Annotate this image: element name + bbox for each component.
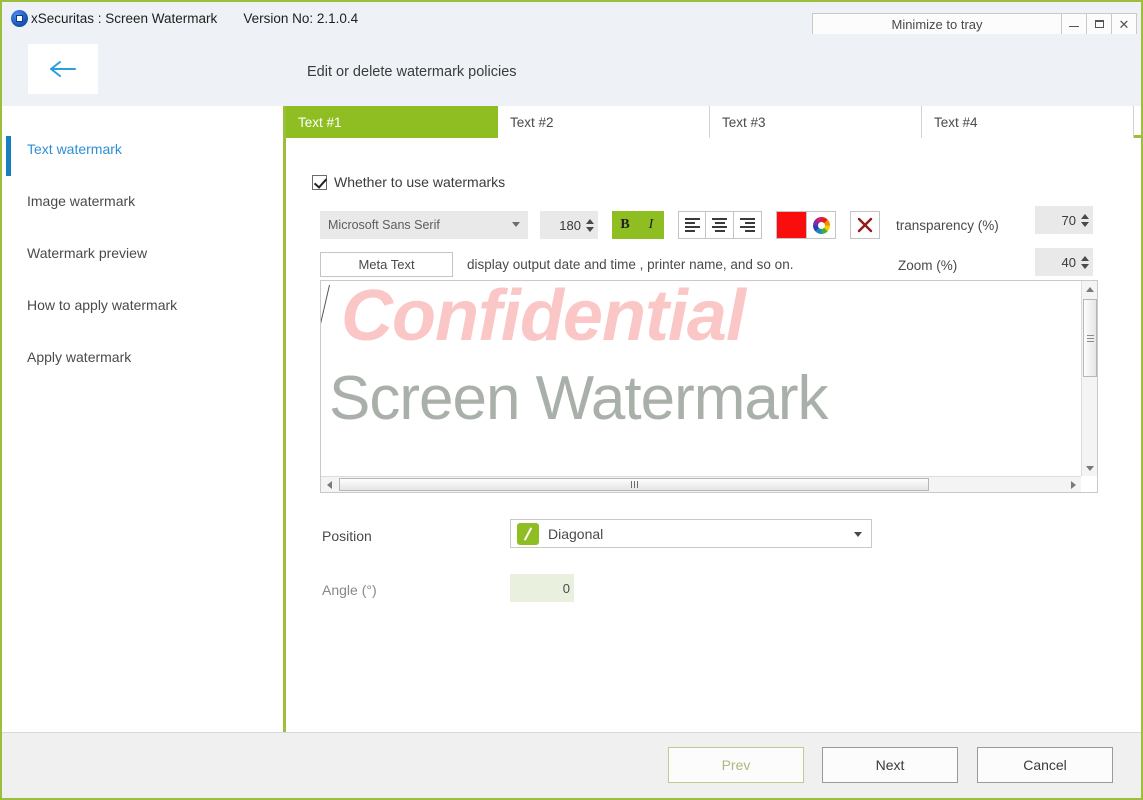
page-header: Edit or delete watermark policies bbox=[2, 34, 1141, 106]
app-window: xSecuritas : Screen Watermark Version No… bbox=[0, 0, 1143, 800]
next-button[interactable]: Next bbox=[822, 747, 958, 783]
watermark-line-1: Confidential bbox=[341, 281, 746, 356]
position-value: Diagonal bbox=[548, 525, 604, 542]
horizontal-scrollbar[interactable] bbox=[321, 476, 1081, 492]
cancel-button[interactable]: Cancel bbox=[977, 747, 1113, 783]
zoom-stepper[interactable]: 40 bbox=[1035, 248, 1093, 276]
tab-text-2[interactable]: Text #2 bbox=[498, 106, 710, 138]
watermark-line-2: Screen Watermark bbox=[329, 364, 828, 433]
sidebar-item-watermark-preview[interactable]: Watermark preview bbox=[2, 240, 283, 266]
transparency-value: 70 bbox=[1061, 212, 1076, 228]
tab-label: Text #2 bbox=[510, 114, 554, 130]
tab-text-3[interactable]: Text #3 bbox=[710, 106, 922, 138]
watermark-text-editor[interactable]: Confidential Screen Watermark bbox=[321, 281, 1081, 476]
align-left-icon[interactable] bbox=[678, 211, 706, 239]
watermark-preview-panel: Confidential Screen Watermark bbox=[320, 280, 1098, 493]
use-watermarks-checkbox[interactable] bbox=[312, 174, 327, 190]
text-color-group bbox=[776, 211, 836, 239]
sidebar-item-how-to-apply-watermark[interactable]: How to apply watermark bbox=[2, 292, 283, 318]
font-family-value: Microsoft Sans Serif bbox=[328, 218, 440, 232]
close-icon[interactable]: ✕ bbox=[1112, 13, 1137, 35]
sidebar-item-image-watermark[interactable]: Image watermark bbox=[2, 188, 283, 214]
vertical-scrollbar[interactable] bbox=[1081, 281, 1097, 476]
scroll-up-arrow-icon[interactable] bbox=[1082, 281, 1098, 297]
back-button[interactable] bbox=[28, 44, 98, 94]
text-color-swatch[interactable] bbox=[777, 212, 806, 238]
vertical-scrollbar-thumb[interactable] bbox=[1083, 299, 1097, 377]
version-label: Version No: 2.1.0.4 bbox=[243, 10, 359, 26]
title-bar: xSecuritas : Screen Watermark Version No… bbox=[2, 2, 1141, 35]
transparency-label: transparency (%) bbox=[896, 217, 999, 233]
main-content: Text #1 Text #2 Text #3 Text #4 Whether … bbox=[286, 106, 1141, 732]
sidebar-item-label: Apply watermark bbox=[27, 349, 132, 365]
chevron-down-icon bbox=[512, 222, 520, 227]
stepper-arrows-icon[interactable] bbox=[1081, 255, 1089, 269]
tab-text-4[interactable]: Text #4 bbox=[922, 106, 1134, 138]
chevron-down-icon bbox=[854, 532, 862, 537]
use-watermarks-label: Whether to use watermarks bbox=[334, 174, 506, 190]
align-right-icon[interactable] bbox=[734, 211, 762, 239]
footer-bar: Prev Next Cancel bbox=[2, 732, 1141, 798]
zoom-value: 40 bbox=[1061, 254, 1076, 270]
minimize-icon[interactable] bbox=[1062, 13, 1087, 35]
tab-text-1[interactable]: Text #1 bbox=[286, 106, 498, 138]
align-center-icon[interactable] bbox=[706, 211, 734, 239]
meta-text-row: Meta Text display output date and time ,… bbox=[320, 252, 793, 277]
tab-bar: Text #1 Text #2 Text #3 Text #4 bbox=[286, 106, 1141, 138]
text-format-toolbar: Microsoft Sans Serif 180 B I transparenc… bbox=[320, 211, 999, 239]
font-size-stepper[interactable]: 180 bbox=[540, 211, 598, 239]
bold-italic-group: B I bbox=[612, 211, 664, 239]
maximize-icon[interactable] bbox=[1087, 13, 1112, 35]
angle-value: 0 bbox=[562, 580, 570, 596]
use-watermarks-checkbox-row[interactable]: Whether to use watermarks bbox=[312, 174, 505, 190]
bold-button[interactable]: B bbox=[612, 211, 638, 239]
tab-label: Text #3 bbox=[722, 114, 766, 130]
italic-button[interactable]: I bbox=[638, 211, 664, 239]
stepper-arrows-icon[interactable] bbox=[1081, 213, 1089, 227]
diagonal-icon bbox=[517, 522, 539, 545]
clear-color-x-icon[interactable] bbox=[850, 211, 880, 239]
scroll-left-arrow-icon[interactable] bbox=[321, 477, 337, 493]
sidebar-item-apply-watermark[interactable]: Apply watermark bbox=[2, 344, 283, 370]
sidebar: Text watermark Image watermark Watermark… bbox=[2, 106, 283, 732]
minimize-to-tray-button[interactable]: Minimize to tray bbox=[812, 13, 1062, 35]
sidebar-item-label: How to apply watermark bbox=[27, 297, 178, 313]
horizontal-scrollbar-thumb[interactable] bbox=[339, 478, 929, 491]
sidebar-item-label: Text watermark bbox=[27, 141, 122, 157]
page-title: Edit or delete watermark policies bbox=[307, 64, 517, 80]
sidebar-item-text-watermark[interactable]: Text watermark bbox=[2, 136, 283, 176]
angle-stepper[interactable]: 0 bbox=[510, 574, 574, 602]
sidebar-item-label: Image watermark bbox=[27, 193, 136, 209]
alignment-group bbox=[678, 211, 762, 239]
scroll-right-arrow-icon[interactable] bbox=[1065, 477, 1081, 493]
text-caret bbox=[321, 284, 330, 356]
color-wheel-icon[interactable] bbox=[806, 212, 835, 238]
position-label: Position bbox=[322, 528, 372, 544]
scroll-down-arrow-icon[interactable] bbox=[1082, 460, 1098, 476]
app-logo-icon bbox=[11, 9, 28, 27]
zoom-label: Zoom (%) bbox=[898, 258, 958, 273]
tab-label: Text #1 bbox=[298, 114, 342, 130]
font-family-select[interactable]: Microsoft Sans Serif bbox=[320, 211, 528, 239]
window-controls: Minimize to tray ✕ bbox=[812, 13, 1137, 35]
window-title: xSecuritas : Screen Watermark bbox=[31, 10, 218, 26]
sidebar-item-label: Watermark preview bbox=[27, 245, 148, 261]
prev-button[interactable]: Prev bbox=[668, 747, 804, 783]
stepper-arrows-icon[interactable] bbox=[586, 218, 594, 232]
position-select[interactable]: Diagonal bbox=[510, 519, 872, 548]
tab-label: Text #4 bbox=[934, 114, 978, 130]
meta-text-hint: display output date and time , printer n… bbox=[467, 257, 794, 272]
meta-text-button[interactable]: Meta Text bbox=[320, 252, 453, 277]
transparency-stepper[interactable]: 70 bbox=[1035, 206, 1093, 234]
font-size-value: 180 bbox=[559, 217, 581, 233]
angle-label: Angle (°) bbox=[322, 582, 377, 598]
arrow-left-icon bbox=[50, 61, 76, 77]
